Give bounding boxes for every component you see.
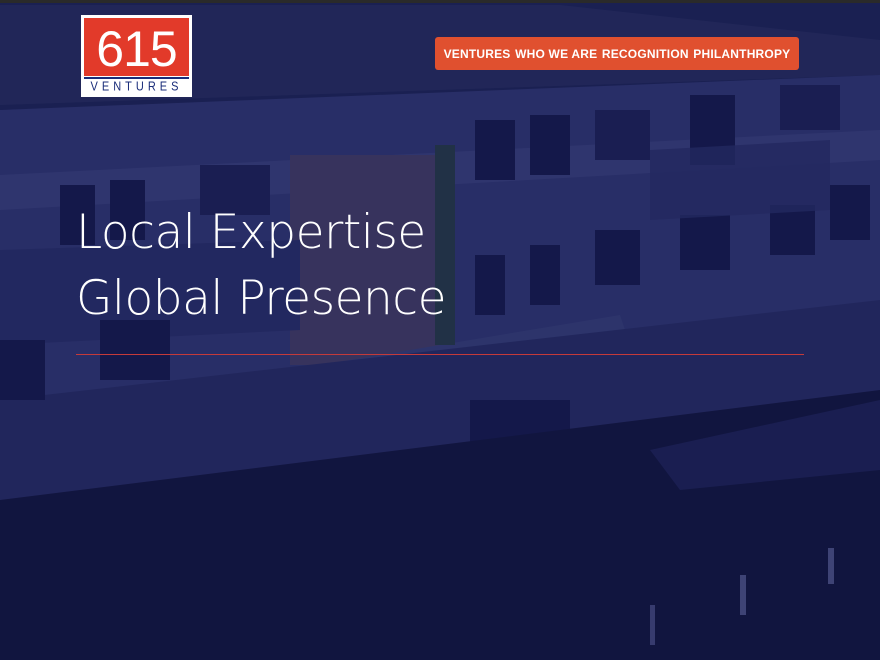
- logo-word-block: VENTURES: [84, 77, 189, 94]
- hero-heading: Local Expertise Global Presence: [76, 200, 447, 332]
- logo-word: VENTURES: [90, 79, 183, 94]
- nav-item-ventures[interactable]: VENTURES: [444, 47, 511, 61]
- top-strip: [0, 0, 880, 3]
- hero-heading-line-1: Local Expertise: [76, 205, 426, 260]
- site-logo[interactable]: 615 VENTURES: [81, 15, 192, 97]
- hero-divider: [76, 354, 804, 355]
- nav-item-philanthropy[interactable]: PHILANTHROPY: [693, 47, 790, 61]
- nav-item-who-we-are[interactable]: WHO WE ARE: [515, 47, 597, 61]
- nav-item-recognition[interactable]: RECOGNITION: [602, 47, 689, 61]
- main-nav: VENTURES WHO WE ARE RECOGNITION PHILANTH…: [435, 37, 799, 70]
- landing-page: 615 VENTURES VENTURES WHO WE ARE RECOGNI…: [0, 0, 880, 660]
- logo-number: 615: [96, 21, 177, 77]
- hero-heading-line-2: Global Presence: [76, 271, 447, 326]
- logo-number-block: 615: [84, 18, 189, 76]
